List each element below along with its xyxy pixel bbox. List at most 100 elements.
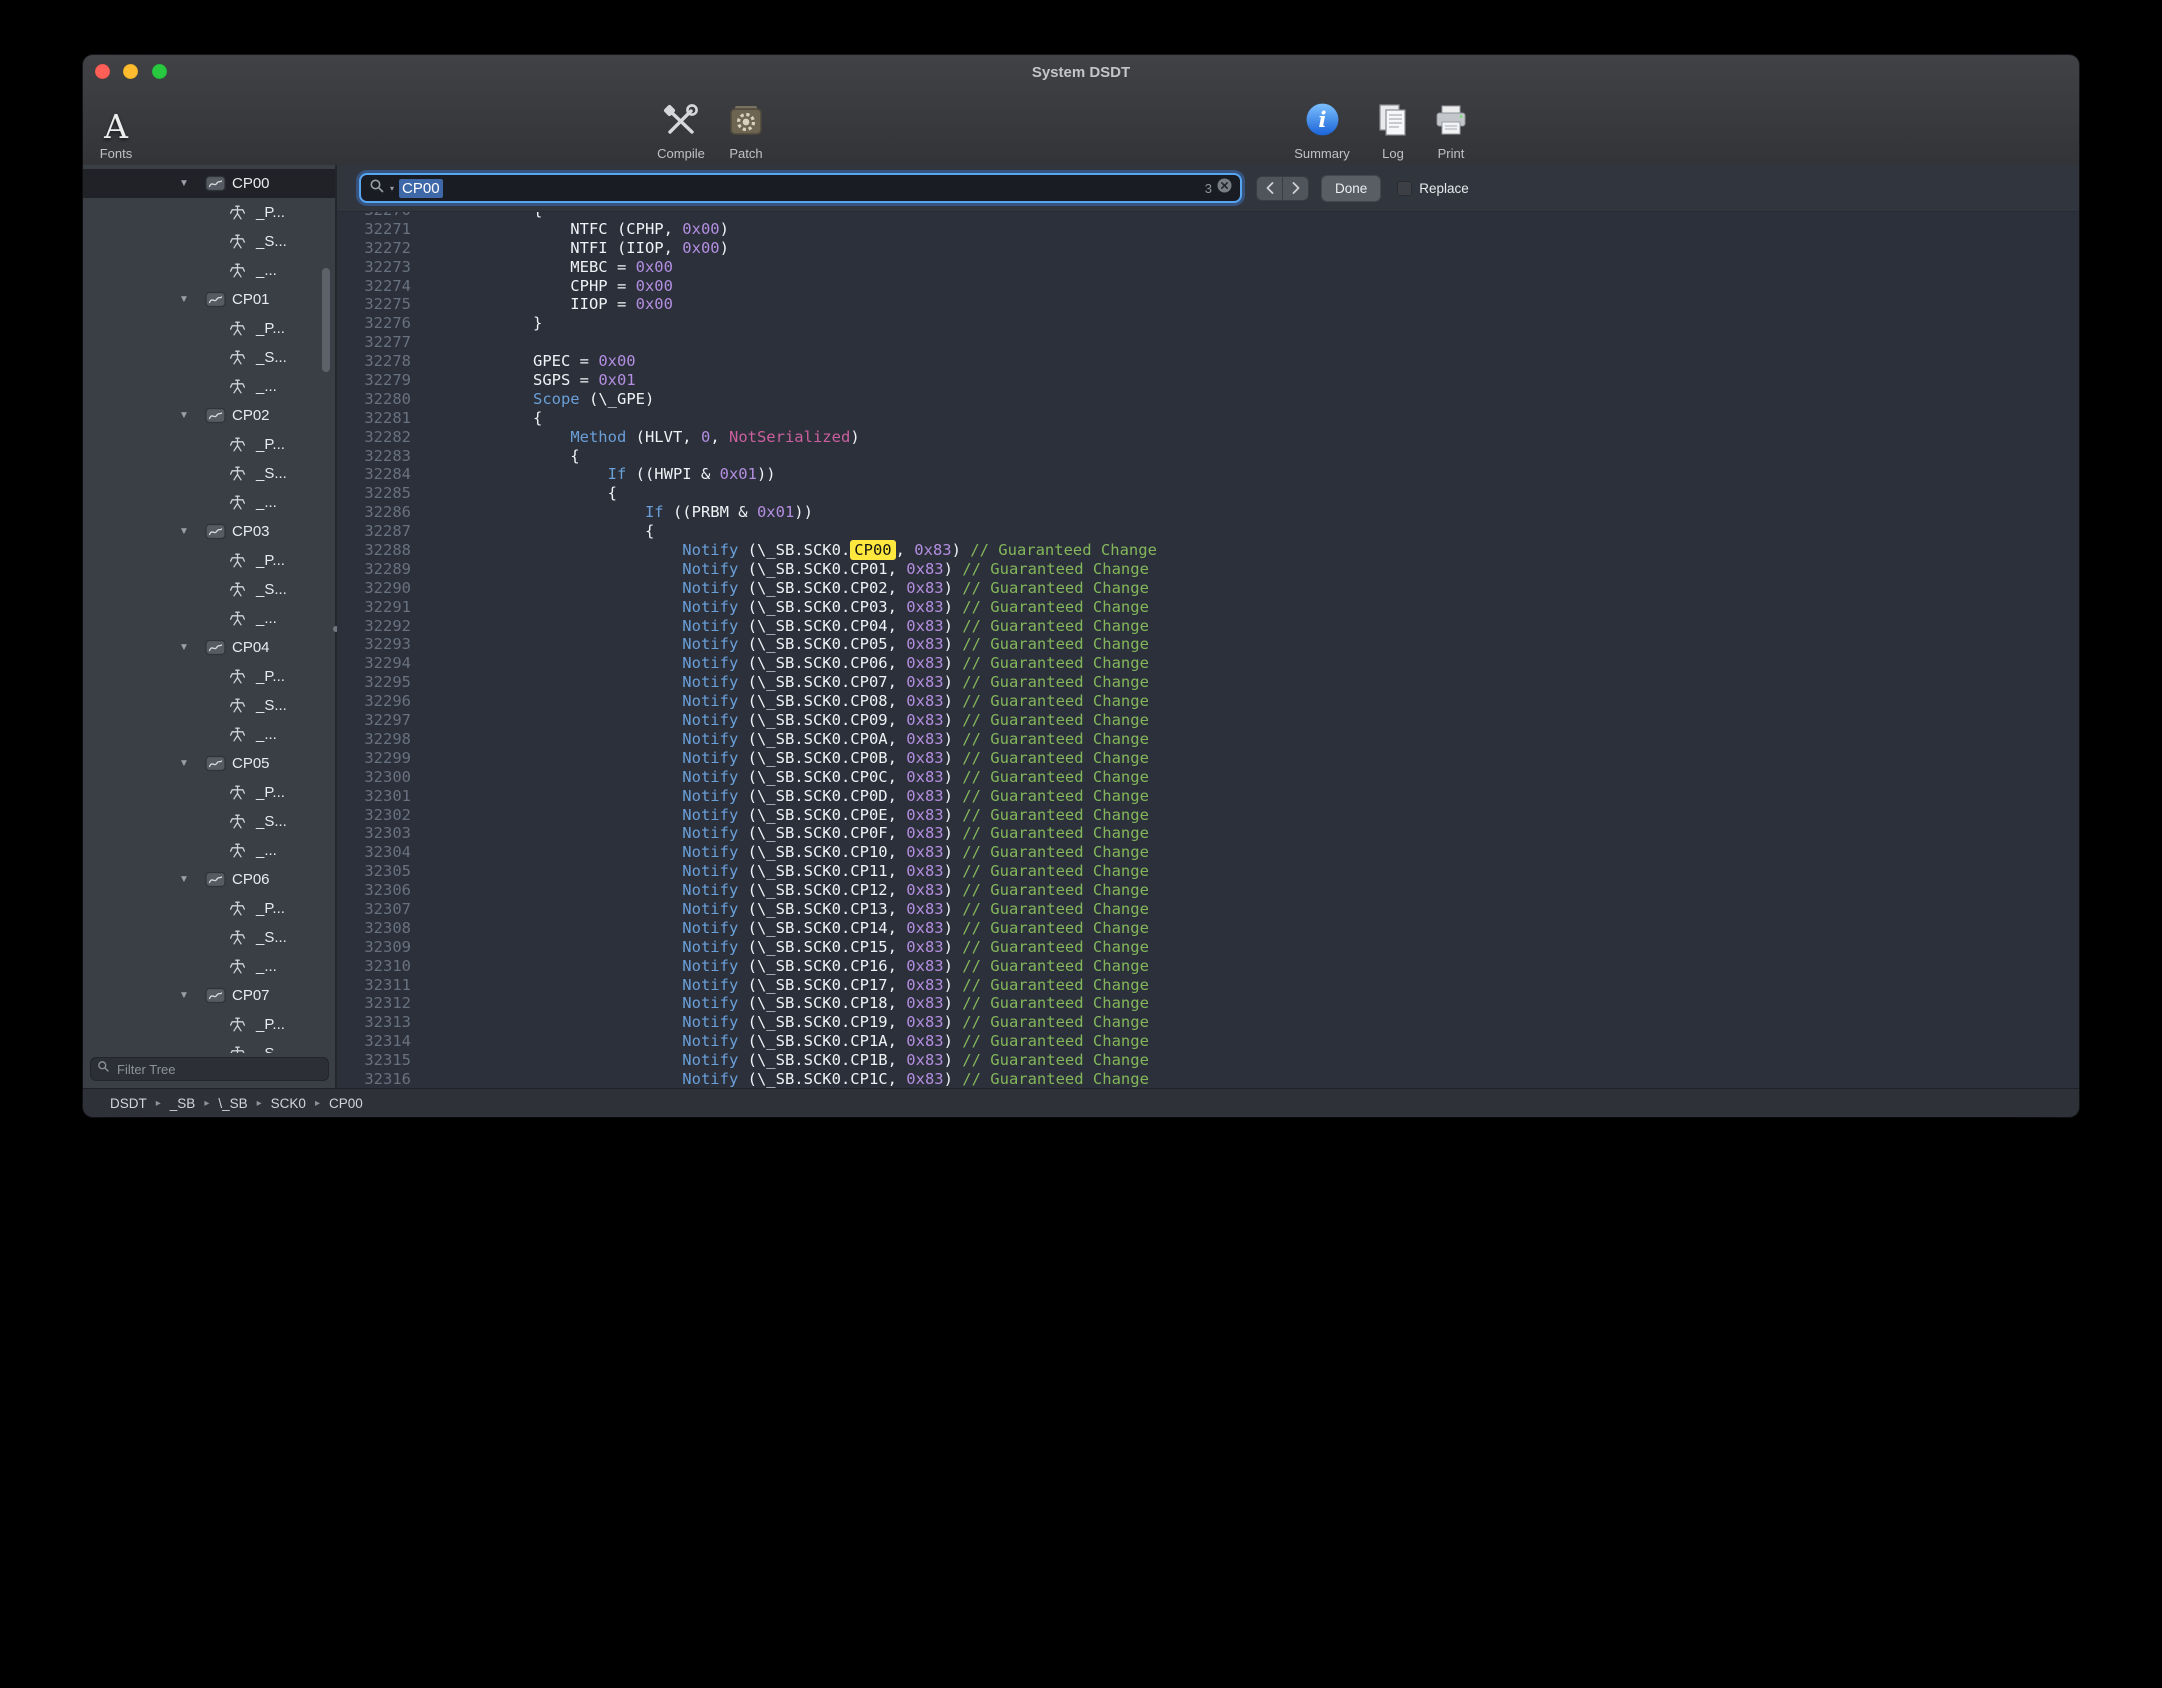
tree-node-label: _S... xyxy=(256,1045,287,1053)
line-number: 32310 xyxy=(337,957,411,976)
tree-node-label: _P... xyxy=(256,900,285,917)
line-number: 32313 xyxy=(337,1013,411,1032)
tree-node-label: _... xyxy=(256,378,277,395)
tree-node-cp01[interactable]: ▼CP01 xyxy=(83,285,335,314)
device-icon xyxy=(205,639,232,656)
tree-child-item[interactable]: _S... xyxy=(83,227,335,256)
code-editor[interactable]: 32270 {32271 NTFC (CPHP, 0x00)32272 NTFI… xyxy=(337,212,2079,1089)
breadcrumb-separator-icon: ▸ xyxy=(204,1098,209,1109)
method-icon xyxy=(229,320,256,337)
tree-child-item[interactable]: _S... xyxy=(83,459,335,488)
search-icon[interactable] xyxy=(369,178,385,199)
next-match-button[interactable] xyxy=(1282,177,1308,200)
tree-child-item[interactable]: _S... xyxy=(83,923,335,952)
fonts-button[interactable]: A Fonts xyxy=(83,93,161,163)
print-label: Print xyxy=(1438,146,1465,161)
disclosure-triangle-icon[interactable]: ▼ xyxy=(179,526,205,537)
tree-node-label: _S... xyxy=(256,465,287,482)
breadcrumb-separator-icon: ▸ xyxy=(315,1098,320,1109)
app-window: System DSDT A Fonts Compile xyxy=(83,55,2079,1117)
line-number: 32295 xyxy=(337,673,411,692)
tree-node-cp00[interactable]: ▼CP00 xyxy=(83,169,335,198)
tree-child-item[interactable]: _P... xyxy=(83,198,335,227)
tree-child-item[interactable]: _... xyxy=(83,720,335,749)
line-number: 32315 xyxy=(337,1051,411,1070)
tree-child-item[interactable]: _S... xyxy=(83,575,335,604)
line-number: 32297 xyxy=(337,711,411,730)
tree-child-item[interactable]: _S... xyxy=(83,1039,335,1053)
tree-child-item[interactable]: _P... xyxy=(83,430,335,459)
line-number: 32311 xyxy=(337,976,411,995)
method-icon xyxy=(229,668,256,685)
tree-node-cp03[interactable]: ▼CP03 xyxy=(83,517,335,546)
line-number: 32273 xyxy=(337,258,411,277)
code-line: 32298 Notify (\_SB.SCK0.CP0A, 0x83) // G… xyxy=(337,730,2079,749)
tree-node-cp05[interactable]: ▼CP05 xyxy=(83,749,335,778)
tree-child-item[interactable]: _... xyxy=(83,372,335,401)
tree-node-cp06[interactable]: ▼CP06 xyxy=(83,865,335,894)
tree-node-label: CP07 xyxy=(232,987,270,1004)
tree-node-cp04[interactable]: ▼CP04 xyxy=(83,633,335,662)
tree-child-item[interactable]: _... xyxy=(83,256,335,285)
code-line: 32313 Notify (\_SB.SCK0.CP19, 0x83) // G… xyxy=(337,1013,2079,1032)
previous-match-button[interactable] xyxy=(1257,177,1282,200)
method-icon xyxy=(229,581,256,598)
search-menu-chevron-icon[interactable]: ▾ xyxy=(390,184,394,193)
filter-tree-input[interactable] xyxy=(115,1061,322,1078)
breadcrumb-item[interactable]: \_SB xyxy=(218,1096,247,1111)
tree-child-item[interactable]: _P... xyxy=(83,778,335,807)
line-number: 32287 xyxy=(337,522,411,541)
tree-child-item[interactable]: _S... xyxy=(83,343,335,372)
tree-node-label: _... xyxy=(256,494,277,511)
tree-child-item[interactable]: _P... xyxy=(83,314,335,343)
tree-child-item[interactable]: _... xyxy=(83,488,335,517)
breadcrumb-item[interactable]: CP00 xyxy=(329,1096,363,1111)
find-input[interactable]: ▾ CP00 3 xyxy=(359,173,1242,203)
patch-label: Patch xyxy=(729,146,762,161)
tree-child-item[interactable]: _P... xyxy=(83,894,335,923)
code-line: 32277 xyxy=(337,333,2079,352)
breadcrumb-item[interactable]: _SB xyxy=(170,1096,196,1111)
method-icon xyxy=(229,697,256,714)
filter-tree-field[interactable] xyxy=(90,1057,329,1081)
sidebar-scrollbar-thumb[interactable] xyxy=(322,268,330,372)
code-line: 32308 Notify (\_SB.SCK0.CP14, 0x83) // G… xyxy=(337,919,2079,938)
line-number: 32298 xyxy=(337,730,411,749)
tree-child-item[interactable]: _... xyxy=(83,952,335,981)
dsdt-tree: ▼CP00_P..._S..._...▼CP01_P..._S..._...▼C… xyxy=(83,169,335,1053)
breadcrumb-item[interactable]: SCK0 xyxy=(271,1096,306,1111)
code-line: 32291 Notify (\_SB.SCK0.CP03, 0x83) // G… xyxy=(337,598,2079,617)
printer-icon xyxy=(1432,104,1470,143)
tree-child-item[interactable]: _P... xyxy=(83,1010,335,1039)
method-icon xyxy=(229,958,256,975)
tree-child-item[interactable]: _S... xyxy=(83,807,335,836)
tree-node-cp02[interactable]: ▼CP02 xyxy=(83,401,335,430)
disclosure-triangle-icon[interactable]: ▼ xyxy=(179,758,205,769)
tree-child-item[interactable]: _P... xyxy=(83,546,335,575)
tree-child-item[interactable]: _P... xyxy=(83,662,335,691)
disclosure-triangle-icon[interactable]: ▼ xyxy=(179,294,205,305)
tree-child-item[interactable]: _... xyxy=(83,604,335,633)
line-number: 32300 xyxy=(337,768,411,787)
line-number: 32278 xyxy=(337,352,411,371)
tree-node-cp07[interactable]: ▼ CP07 xyxy=(83,981,335,1010)
tree-node-label: _... xyxy=(256,842,277,859)
tree-child-item[interactable]: _... xyxy=(83,836,335,865)
line-number: 32306 xyxy=(337,881,411,900)
breadcrumb-item[interactable]: DSDT xyxy=(110,1096,147,1111)
disclosure-triangle-icon[interactable]: ▼ xyxy=(179,642,205,653)
tree-child-item[interactable]: _S... xyxy=(83,691,335,720)
disclosure-triangle-icon[interactable]: ▼ xyxy=(179,410,205,421)
done-button[interactable]: Done xyxy=(1321,175,1381,202)
print-button[interactable]: Print xyxy=(1406,93,1496,163)
line-number: 32289 xyxy=(337,560,411,579)
code-line: 32272 NTFI (IIOP, 0x00) xyxy=(337,239,2079,258)
replace-checkbox[interactable] xyxy=(1397,181,1412,196)
disclosure-triangle-icon[interactable]: ▼ xyxy=(179,178,205,189)
disclosure-triangle-icon[interactable]: ▼ xyxy=(179,874,205,885)
disclosure-triangle-icon[interactable]: ▼ xyxy=(179,990,205,1001)
clear-search-icon[interactable] xyxy=(1217,178,1232,198)
patch-button[interactable]: Patch xyxy=(701,93,791,163)
title-bar[interactable]: System DSDT xyxy=(83,55,2079,93)
code-line: 32270 { xyxy=(337,212,2079,220)
